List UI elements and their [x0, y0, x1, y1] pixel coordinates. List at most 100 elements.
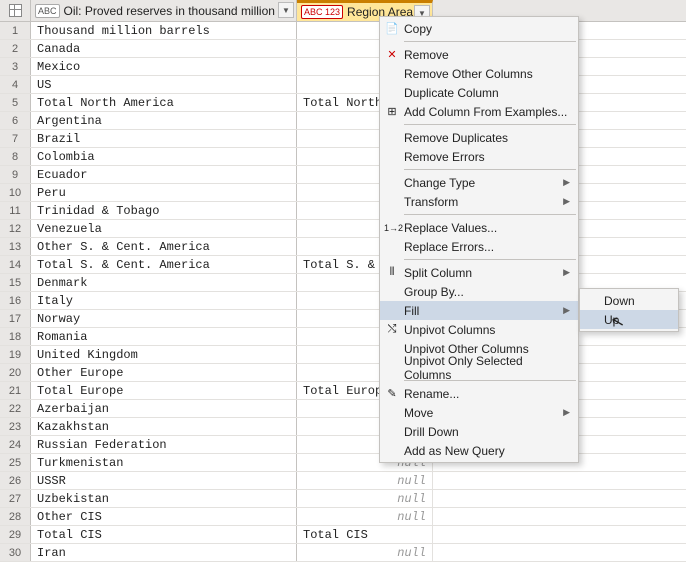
cell-col1[interactable]: Ecuador	[31, 166, 297, 183]
menu-remove-duplicates[interactable]: Remove Duplicates	[380, 128, 578, 147]
cell-col1[interactable]: Russian Federation	[31, 436, 297, 453]
row-number[interactable]: 17	[0, 310, 31, 327]
row-number[interactable]: 7	[0, 130, 31, 147]
cell-col1[interactable]: USSR	[31, 472, 297, 489]
table-row[interactable]: 5Total North AmericaTotal North	[0, 94, 686, 112]
cell-col2[interactable]: Total CIS	[297, 526, 433, 543]
cell-col1[interactable]: Brazil	[31, 130, 297, 147]
row-number[interactable]: 3	[0, 58, 31, 75]
menu-add-as-new-query[interactable]: Add as New Query	[380, 441, 578, 460]
row-number[interactable]: 30	[0, 544, 31, 561]
menu-change-type[interactable]: Change Type▶	[380, 173, 578, 192]
submenu-fill-up[interactable]: Up	[580, 310, 678, 329]
cell-col1[interactable]: Colombia	[31, 148, 297, 165]
row-number[interactable]: 20	[0, 364, 31, 381]
row-number[interactable]: 10	[0, 184, 31, 201]
menu-add-column-from-examples[interactable]: ⊞Add Column From Examples...	[380, 102, 578, 121]
table-row[interactable]: 30Irannull	[0, 544, 686, 562]
cell-col1[interactable]: Total CIS	[31, 526, 297, 543]
row-number[interactable]: 2	[0, 40, 31, 57]
cell-col1[interactable]: Argentina	[31, 112, 297, 129]
cell-col1[interactable]: Total S. & Cent. America	[31, 256, 297, 273]
table-row[interactable]: 21Total EuropeTotal Europe	[0, 382, 686, 400]
cell-col1[interactable]: Kazakhstan	[31, 418, 297, 435]
cell-col2[interactable]: null	[297, 490, 433, 507]
row-number[interactable]: 23	[0, 418, 31, 435]
menu-remove[interactable]: ✕Remove	[380, 45, 578, 64]
row-number[interactable]: 16	[0, 292, 31, 309]
table-row[interactable]: 10Peru	[0, 184, 686, 202]
row-number[interactable]: 15	[0, 274, 31, 291]
table-row[interactable]: 1Thousand million barrels	[0, 22, 686, 40]
cell-col2[interactable]: null	[297, 472, 433, 489]
type-any-icon[interactable]: ABC 123	[301, 5, 343, 19]
cell-col1[interactable]: Other CIS	[31, 508, 297, 525]
table-row[interactable]: 9Ecuador	[0, 166, 686, 184]
menu-copy[interactable]: 📄Copy	[380, 19, 578, 38]
cell-col1[interactable]: Total Europe	[31, 382, 297, 399]
cell-col1[interactable]: Norway	[31, 310, 297, 327]
row-number[interactable]: 22	[0, 400, 31, 417]
row-number[interactable]: 19	[0, 346, 31, 363]
row-number[interactable]: 18	[0, 328, 31, 345]
filter-dropdown-icon[interactable]: ▼	[278, 2, 294, 18]
table-row[interactable]: 25Turkmenistannull	[0, 454, 686, 472]
table-row[interactable]: 22Azerbaijan	[0, 400, 686, 418]
cell-col1[interactable]: Other Europe	[31, 364, 297, 381]
menu-remove-other-columns[interactable]: Remove Other Columns	[380, 64, 578, 83]
table-row[interactable]: 3Mexico	[0, 58, 686, 76]
table-row[interactable]: 28Other CISnull	[0, 508, 686, 526]
table-row[interactable]: 27Uzbekistannull	[0, 490, 686, 508]
cell-col1[interactable]: Romania	[31, 328, 297, 345]
table-row[interactable]: 20Other Europe	[0, 364, 686, 382]
cell-col1[interactable]: Uzbekistan	[31, 490, 297, 507]
table-row[interactable]: 6Argentina	[0, 112, 686, 130]
row-number[interactable]: 4	[0, 76, 31, 93]
row-number[interactable]: 14	[0, 256, 31, 273]
table-row[interactable]: 26USSRnull	[0, 472, 686, 490]
cell-col1[interactable]: Other S. & Cent. America	[31, 238, 297, 255]
menu-rename[interactable]: ✎Rename...	[380, 384, 578, 403]
cell-col1[interactable]: Trinidad & Tobago	[31, 202, 297, 219]
cell-col2[interactable]: null	[297, 508, 433, 525]
row-number[interactable]: 9	[0, 166, 31, 183]
cell-col1[interactable]: Italy	[31, 292, 297, 309]
row-number[interactable]: 11	[0, 202, 31, 219]
table-row[interactable]: 13Other S. & Cent. America	[0, 238, 686, 256]
table-row[interactable]: 24Russian Federation	[0, 436, 686, 454]
table-corner[interactable]	[0, 0, 31, 21]
cell-col1[interactable]: Peru	[31, 184, 297, 201]
table-row[interactable]: 14Total S. & Cent. AmericaTotal S. & C	[0, 256, 686, 274]
row-number[interactable]: 21	[0, 382, 31, 399]
row-number[interactable]: 6	[0, 112, 31, 129]
cell-col1[interactable]: Canada	[31, 40, 297, 57]
table-row[interactable]: 23Kazakhstan	[0, 418, 686, 436]
row-number[interactable]: 8	[0, 148, 31, 165]
cell-col1[interactable]: Iran	[31, 544, 297, 561]
row-number[interactable]: 1	[0, 22, 31, 39]
menu-drill-down[interactable]: Drill Down	[380, 422, 578, 441]
cell-col1[interactable]: Thousand million barrels	[31, 22, 297, 39]
type-text-icon[interactable]: ABC	[35, 4, 60, 18]
cell-col1[interactable]: Venezuela	[31, 220, 297, 237]
menu-replace-values[interactable]: 1→2Replace Values...	[380, 218, 578, 237]
row-number[interactable]: 28	[0, 508, 31, 525]
cell-col1[interactable]: Total North America	[31, 94, 297, 111]
cell-col1[interactable]: Denmark	[31, 274, 297, 291]
row-number[interactable]: 26	[0, 472, 31, 489]
menu-remove-errors[interactable]: Remove Errors	[380, 147, 578, 166]
submenu-fill-down[interactable]: Down	[580, 291, 678, 310]
menu-replace-errors[interactable]: Replace Errors...	[380, 237, 578, 256]
menu-move[interactable]: Move▶	[380, 403, 578, 422]
table-row[interactable]: 12Venezuela	[0, 220, 686, 238]
column-header-1[interactable]: ABC Oil: Proved reserves in thousand mil…	[31, 0, 297, 21]
cell-col1[interactable]: Mexico	[31, 58, 297, 75]
cell-col1[interactable]: US	[31, 76, 297, 93]
table-row[interactable]: 19United Kingdom	[0, 346, 686, 364]
cell-col1[interactable]: Turkmenistan	[31, 454, 297, 471]
menu-unpivot-selected-columns[interactable]: Unpivot Only Selected Columns	[380, 358, 578, 377]
table-row[interactable]: 11Trinidad & Tobago	[0, 202, 686, 220]
table-row[interactable]: 2Canada	[0, 40, 686, 58]
table-row[interactable]: 8Colombia	[0, 148, 686, 166]
cell-col1[interactable]: Azerbaijan	[31, 400, 297, 417]
